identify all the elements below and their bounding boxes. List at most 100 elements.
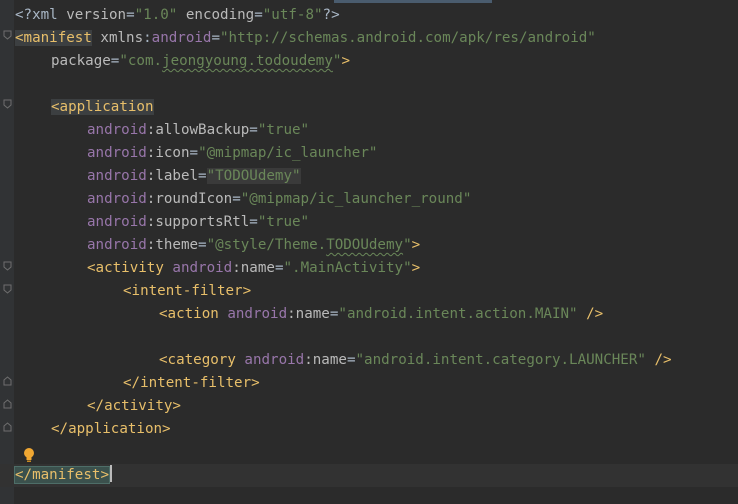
code-text: </application>: [15, 418, 171, 441]
equals: =: [249, 122, 258, 138]
attr-value: "TODOUdemy": [206, 168, 301, 184]
code-text: <application: [15, 96, 154, 119]
attr-value: ".MainActivity": [283, 260, 412, 276]
code-line[interactable]: </intent-filter>: [0, 372, 738, 395]
tag-close: />: [577, 306, 604, 322]
attr-value: "android.intent.category.LAUNCHER": [355, 352, 646, 368]
attr-value: "@mipmap/ic_launcher": [198, 145, 378, 161]
code-text: </manifest>: [14, 464, 112, 487]
code-editor[interactable]: <?xml version="1.0" encoding="utf-8"?> <…: [0, 0, 738, 504]
attr-name: encoding: [177, 7, 255, 23]
code-line[interactable]: <intent-filter>: [0, 280, 738, 303]
attr-name: :label: [146, 168, 199, 184]
attr-name: version: [57, 7, 127, 23]
attr-value: "@mipmap/ic_launcher_round": [240, 191, 472, 207]
namespace: android: [235, 352, 305, 368]
tag-name: </application>: [51, 421, 171, 437]
tag-name: <action: [159, 306, 219, 322]
code-text: <activity android:name=".MainActivity">: [15, 257, 420, 280]
tag-name: <application: [51, 99, 154, 115]
tag-close: >: [411, 260, 421, 276]
attr-value: "true": [257, 214, 310, 230]
attr-value: TODOUdemy: [326, 237, 404, 253]
tag-name: <activity: [87, 260, 164, 276]
code-text: <?xml version="1.0" encoding="utf-8"?>: [15, 4, 340, 27]
current-code-line[interactable]: </manifest>: [0, 464, 738, 487]
code-text: </intent-filter>: [15, 372, 260, 395]
attr-name: :name: [232, 260, 275, 276]
attr-name: :allowBackup: [146, 122, 250, 138]
namespace: android: [87, 237, 147, 253]
code-line[interactable]: </application>: [0, 418, 738, 441]
code-line[interactable]: <action android:name="android.intent.act…: [0, 303, 738, 326]
equals: =: [198, 168, 207, 184]
namespace: android: [87, 168, 147, 184]
attr-name: :roundIcon: [146, 191, 233, 207]
equals: =: [126, 7, 135, 23]
attr-name: :name: [287, 306, 330, 322]
tag-open: </: [15, 467, 33, 483]
tag-name: <manifest: [15, 30, 92, 46]
attr-value: "android.intent.action.MAIN": [338, 306, 578, 322]
code-line[interactable]: <category android:name="android.intent.c…: [0, 349, 738, 372]
attr-value: "1.0": [134, 7, 178, 23]
tag-close: >: [341, 53, 350, 69]
attr-name: :theme: [146, 237, 199, 253]
tag-close: >: [100, 467, 109, 483]
code-line[interactable]: <manifest xmlns:android="http://schemas.…: [0, 27, 738, 50]
code-text: <action android:name="android.intent.act…: [15, 303, 603, 326]
code-line[interactable]: android:roundIcon="@mipmap/ic_launcher_r…: [0, 188, 738, 211]
code-text: </activity>: [15, 395, 181, 418]
code-text: android:label="TODOUdemy": [15, 165, 301, 188]
code-line[interactable]: android:theme="@style/Theme.TODOUdemy">: [0, 234, 738, 257]
code-text: <category android:name="android.intent.c…: [15, 349, 672, 372]
code-line[interactable]: android:label="TODOUdemy": [0, 165, 738, 188]
code-text: android:roundIcon="@mipmap/ic_launcher_r…: [15, 188, 471, 211]
code-text: android:allowBackup="true": [15, 119, 309, 142]
code-line[interactable]: <application: [0, 96, 738, 119]
attr-name: :icon: [146, 145, 190, 161]
tag-name: manifest: [32, 467, 101, 483]
code-text: <manifest xmlns:android="http://schemas.…: [15, 27, 596, 50]
equals: =: [198, 237, 207, 253]
tag-name: <category: [159, 352, 236, 368]
namespace: android: [87, 145, 147, 161]
xml-prolog-end: ?>: [322, 7, 340, 23]
colon: :: [143, 30, 152, 46]
code-line[interactable]: android:supportsRtl="true": [0, 211, 738, 234]
namespace: android: [218, 306, 288, 322]
attr-name: :name: [304, 352, 347, 368]
attr-value: "@style/Theme.: [206, 237, 327, 253]
scroll-indicator: [334, 0, 492, 3]
equals: =: [254, 7, 263, 23]
attr-value: ": [403, 237, 412, 253]
xml-prolog: <?xml: [15, 7, 58, 23]
closing-tag: </manifest>: [14, 466, 110, 484]
tag-name: </activity>: [87, 398, 181, 414]
namespace: android: [163, 260, 233, 276]
equals: =: [189, 145, 199, 161]
code-line[interactable]: package="com.jeongyoung.todoudemy">: [0, 50, 738, 73]
tag-close: >: [411, 237, 421, 253]
code-line[interactable]: <?xml version="1.0" encoding="utf-8"?>: [0, 4, 738, 27]
tag-close: />: [645, 352, 672, 368]
namespace: android: [87, 191, 147, 207]
equals: =: [249, 214, 258, 230]
attr-value: "true": [257, 122, 310, 138]
code-line[interactable]: android:allowBackup="true": [0, 119, 738, 142]
attr-name: xmlns: [91, 30, 144, 46]
attr-value: jeongyoung.todoudemy: [162, 53, 333, 69]
code-line[interactable]: android:icon="@mipmap/ic_launcher": [0, 142, 738, 165]
code-text: android:supportsRtl="true": [15, 211, 309, 234]
code-line[interactable]: </activity>: [0, 395, 738, 418]
code-text: <intent-filter>: [15, 280, 251, 303]
attr-name: package: [51, 53, 111, 69]
tag-name: <intent-filter>: [123, 283, 252, 299]
namespace: android: [87, 214, 147, 230]
equals: =: [232, 191, 241, 207]
text-caret: [109, 465, 112, 482]
code-line[interactable]: <activity android:name=".MainActivity">: [0, 257, 738, 280]
namespace: android: [87, 122, 147, 138]
attr-name: :supportsRtl: [146, 214, 250, 230]
code-text: package="com.jeongyoung.todoudemy">: [15, 50, 350, 73]
